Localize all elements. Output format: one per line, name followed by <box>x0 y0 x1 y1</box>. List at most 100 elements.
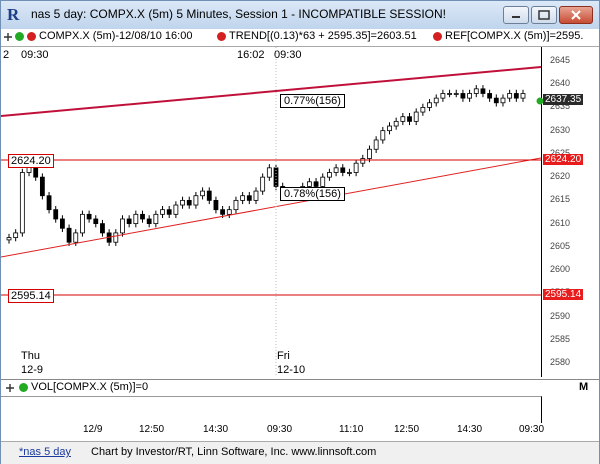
candle-body <box>367 148 372 159</box>
candle-body <box>60 218 65 229</box>
price-axis[interactable]: 2645 2640 2635 2630 2625 2620 2615 2610 2605 2600… <box>536 47 599 377</box>
collapse-icon[interactable] <box>3 31 13 43</box>
price-tick-label: 2645 <box>550 54 571 65</box>
window-title: nas 5 day: COMPX.X (5m) 5 Minutes, Sessi… <box>31 7 447 21</box>
credit-text: Chart by Investor/RT, Linn Software, Inc… <box>91 446 377 458</box>
candle-body <box>186 199 192 206</box>
candle-body <box>373 139 379 150</box>
maximize-icon <box>538 10 550 20</box>
candle-body <box>46 195 52 211</box>
red-status-dot-icon[interactable] <box>27 32 36 41</box>
price-tick-label: 2610 <box>550 217 571 228</box>
candle-body <box>400 116 406 122</box>
candle-body <box>320 176 326 187</box>
candle-body <box>433 97 439 104</box>
price-chart-canvas[interactable] <box>0 47 542 377</box>
workspace-tab[interactable]: *nas 5 day <box>19 446 71 458</box>
candle-body <box>166 209 172 215</box>
candle-body <box>306 181 312 187</box>
app-logo-icon: R <box>7 5 20 24</box>
volume-dot-icon[interactable] <box>19 383 28 392</box>
price-tick-label: 2605 <box>550 240 571 251</box>
candle-body <box>246 195 252 201</box>
chart-legend-bar: COMPX.X (5m)-12/08/10 16:00 TREND[(0.13)… <box>1 29 599 47</box>
candle-body <box>206 190 212 201</box>
volume-panel[interactable]: VOL[COMPX.X (5m)]=0 M 12/9 12:50 14:30 09:3… <box>1 379 599 438</box>
time-tick-label: 12:50 <box>394 424 420 435</box>
price-tick-label: 2590 <box>550 310 571 321</box>
candle-body <box>460 93 466 99</box>
candle-body <box>380 130 386 141</box>
day1-date: 12-9 <box>21 364 44 376</box>
trend-dot-icon[interactable] <box>217 32 226 41</box>
green-status-dot-icon[interactable] <box>15 32 24 41</box>
time-axis: 12/9 12:50 14:30 09:30 11:10 12:50 14:30 09:30 <box>1 422 545 438</box>
candle-body <box>360 158 366 164</box>
time-tick-label: 09:30 <box>519 424 545 435</box>
close-button[interactable] <box>559 6 593 24</box>
candle-body <box>253 190 259 201</box>
price-tick-label: 2620 <box>550 171 571 182</box>
candle-body <box>520 93 526 99</box>
candle-body <box>120 218 125 234</box>
candle-body <box>393 120 399 127</box>
price-tick-label: 2600 <box>550 264 571 275</box>
candle-body <box>53 209 59 220</box>
candle-body <box>353 162 359 173</box>
close-icon <box>571 10 581 20</box>
ref-dot-icon[interactable] <box>433 32 442 41</box>
candle-body <box>100 223 105 234</box>
candle-body <box>140 213 145 220</box>
time-tick-label: 11:10 <box>339 424 364 435</box>
axis-tag-2595: 2595.14 <box>543 289 584 300</box>
collapse-volume-icon[interactable] <box>5 383 15 393</box>
candle-body <box>513 93 519 99</box>
price-tick-label: 2615 <box>550 194 571 205</box>
axis-tag-2624: 2624.20 <box>543 154 584 165</box>
candle-body <box>347 172 352 174</box>
candle-body <box>493 97 499 104</box>
minimize-button[interactable] <box>503 6 529 24</box>
time-tick-label: 14:30 <box>203 424 229 435</box>
candle-body <box>193 195 199 206</box>
price-chart[interactable]: 0.77%(156) 0.78%(156) 2624.20 2595.14 Th… <box>0 47 542 377</box>
series-label[interactable]: COMPX.X (5m)-12/08/10 16:00 <box>39 30 192 42</box>
volume-plot <box>1 396 542 423</box>
ref-label[interactable]: REF[COMPX.X (5m)]=2595. <box>445 30 583 42</box>
candle-body <box>73 232 79 243</box>
candle-body <box>220 209 226 215</box>
price-tick-label: 2585 <box>550 333 571 344</box>
price-tick-label: 2640 <box>550 78 571 89</box>
candle-body <box>6 237 12 241</box>
upper-channel-line[interactable] <box>0 66 542 117</box>
candle-body <box>420 107 426 113</box>
trend-label[interactable]: TREND[(0.13)*63 + 2595.35]=2603.51 <box>229 30 417 42</box>
time-tick-label: 09:30 <box>267 424 293 435</box>
volume-indicator-label[interactable]: VOL[COMPX.X (5m)]=0 <box>31 381 148 393</box>
candle-body <box>387 125 392 132</box>
upper-channel-label: 0.77%(156) <box>280 94 345 108</box>
level-2595-label: 2595.14 <box>8 289 54 303</box>
level-2624-label: 2624.20 <box>8 154 54 168</box>
candle-body <box>427 102 432 108</box>
last-price-tag: 2637.35 <box>543 94 584 105</box>
candle-body <box>173 204 179 215</box>
candle-body <box>126 218 132 225</box>
candle-body <box>407 116 412 122</box>
time-tick-label: 12/9 <box>83 424 103 435</box>
candle-body <box>19 172 25 234</box>
candle-body <box>153 213 159 225</box>
candle-body <box>39 176 45 197</box>
candle-body <box>113 232 119 243</box>
candle-body <box>240 195 246 201</box>
time-tick-label: 14:30 <box>457 424 483 435</box>
candle-body <box>93 218 99 225</box>
price-tick-label: 2580 <box>550 357 571 368</box>
candle-body <box>327 172 332 178</box>
candle-body <box>260 176 266 192</box>
candle-body <box>86 213 92 220</box>
candle-body <box>313 181 319 187</box>
maximize-button[interactable] <box>531 6 557 24</box>
app-window: R nas 5 day: COMPX.X (5m) 5 Minutes, Ses… <box>0 0 600 464</box>
candle-body <box>500 97 506 104</box>
